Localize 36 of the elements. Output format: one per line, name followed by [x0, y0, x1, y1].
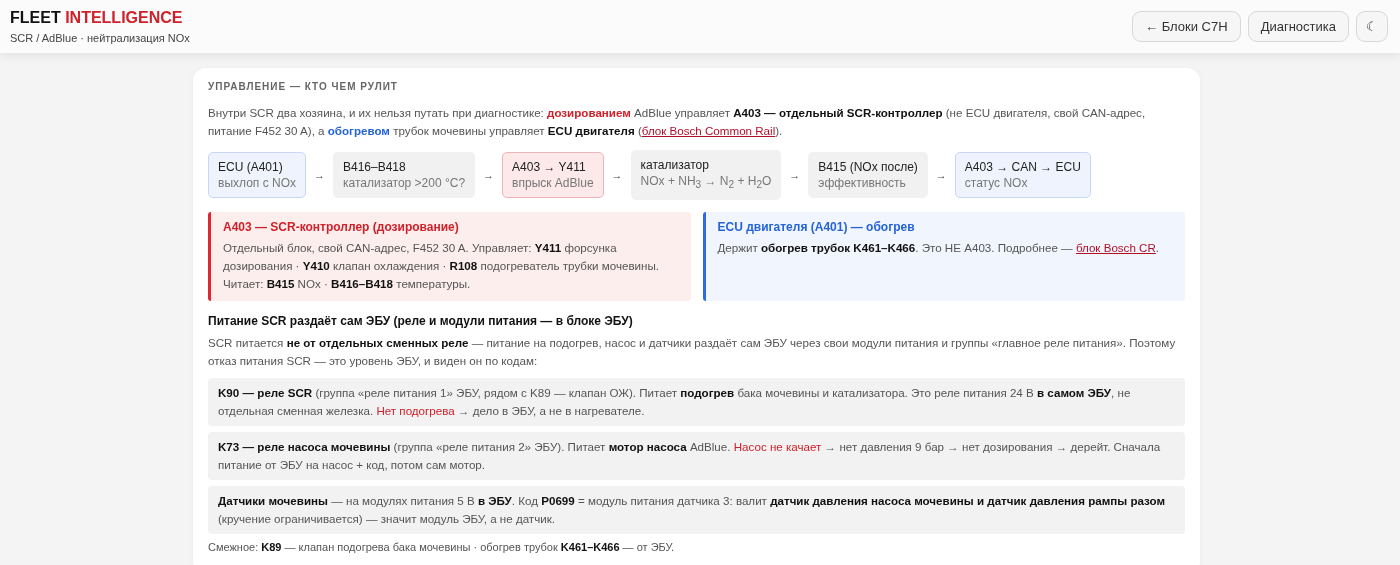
node-title: ECU (A401) — [218, 159, 284, 176]
app-title: FLEET INTELLIGENCE — [10, 9, 184, 27]
node-note: катализатор >200 °C? — [343, 175, 466, 192]
panel-title: ECU двигателя (A401) — обогрев — [717, 220, 916, 235]
flow-arrow: → — [789, 169, 801, 182]
theme-toggle-button[interactable]: ☾ — [1356, 11, 1388, 42]
note-block: K73 — реле насоса мочевины (группа «реле питания 2» ЭБУ). Питает мотор насоса AdBlue. Насос не качает → нет давления 9 бар → нет дозирования → дерейт. Сначала питание от ЭБУ на насос + код, потом сам мотор. — [208, 432, 1185, 481]
node-title: B416–B418 — [343, 159, 407, 176]
node-note: эффективность — [818, 175, 907, 192]
section-heading: УПРАВЛЕНИЕ — КТО ЧЕМ РУЛИТ — [208, 81, 399, 92]
note-block: Датчики мочевины — на модулях питания 5 В в ЭБУ. Код P0699 = модуль питания датчика 3: валит датчик давления насоса мочевины и датчик давления рампы разом (кручение ограничивается) — значит модуль ЭБУ, а не датчик. — [208, 486, 1185, 535]
nav-button[interactable]: ← Блоки C7H — [1132, 11, 1241, 42]
note-block: K90 — реле SCR (группа «реле питания 1» ЭБУ, рядом с K89 — клапан ОЖ). Питает подогрев бака мочевины и катализатора. Это реле питания 24 В в самом ЭБУ, не отдельная сменная железка. Нет подогрева → дело в ЭБУ, а не в нагревателе. — [208, 378, 1185, 427]
flow-arrow: → — [611, 169, 623, 182]
node-title: катализатор — [640, 157, 710, 173]
flow-arrow: → — [483, 169, 495, 182]
node-note: статус NOx — [964, 175, 1029, 192]
subsection-heading: Питание SCR раздаёт сам ЭБУ (реле и модули питания — в блоке ЭБУ) — [208, 314, 634, 329]
node-title: A403 → Y411 — [512, 159, 587, 176]
related-note: Смежное: K89 — клапан подогрева бака мочевины · обогрев трубок K461–K466 — от ЭБУ. — [208, 540, 676, 555]
panel-title: A403 — SCR-контроллер (дозирование) — [223, 220, 460, 235]
node-note: выхлоп с NOx — [218, 175, 296, 192]
flow-arrow: → — [314, 169, 325, 182]
node-title: A403 → CAN → ECU — [964, 159, 1081, 176]
link[interactable]: блок Bosch CR — [1075, 241, 1156, 255]
node-note: впрыск AdBlue — [512, 175, 594, 192]
flow-arrow: → — [935, 169, 947, 182]
intro-paragraph: Внутри SCR два хозяина, и их нельзя путать при диагностике: дозированием AdBlue управляет A403 — отдельный SCR-контроллер (не ECU двигателя, свой CAN-адрес, питание F452 30 A), а обогревом трубок мочевины управляет ECU двигателя (блок Bosch Common Rail). — [208, 105, 1147, 139]
panel-text: Отдельный блок, свой CAN-адрес, F452 30 A. Управляет: Y411 форсунка дозирования · Y410 клапан охлаждения · R108 подогреватель трубки мочевины. Читает: B415 NOx · B416–B418 температуры. — [223, 240, 660, 293]
node-note: NOx + NH$_{3}$ → N$_{2}$ + H$_{2}$O — [640, 173, 772, 193]
power-paragraph: SCR питается не от отдельных сменных реле — питание на подогрев, насос и датчики раздаёт сам ЭБУ через свои модули питания и группы «главное реле питания». Поэтому отказ питания SCR — это уровень ЭБУ, и виден он по кодам: — [208, 335, 1177, 370]
node-title: B415 (NOx после) — [818, 159, 918, 176]
panel-text: Держит обогрев трубок K461–K466. Это НЕ A403. Подробнее — блок Bosch CR. — [717, 240, 1161, 257]
link[interactable]: блок Bosch Common Rail — [641, 124, 776, 137]
nav-button[interactable]: Диагностика — [1247, 11, 1349, 42]
app-subtitle: SCR / AdBlue · нейтрализация NOx — [10, 32, 190, 44]
